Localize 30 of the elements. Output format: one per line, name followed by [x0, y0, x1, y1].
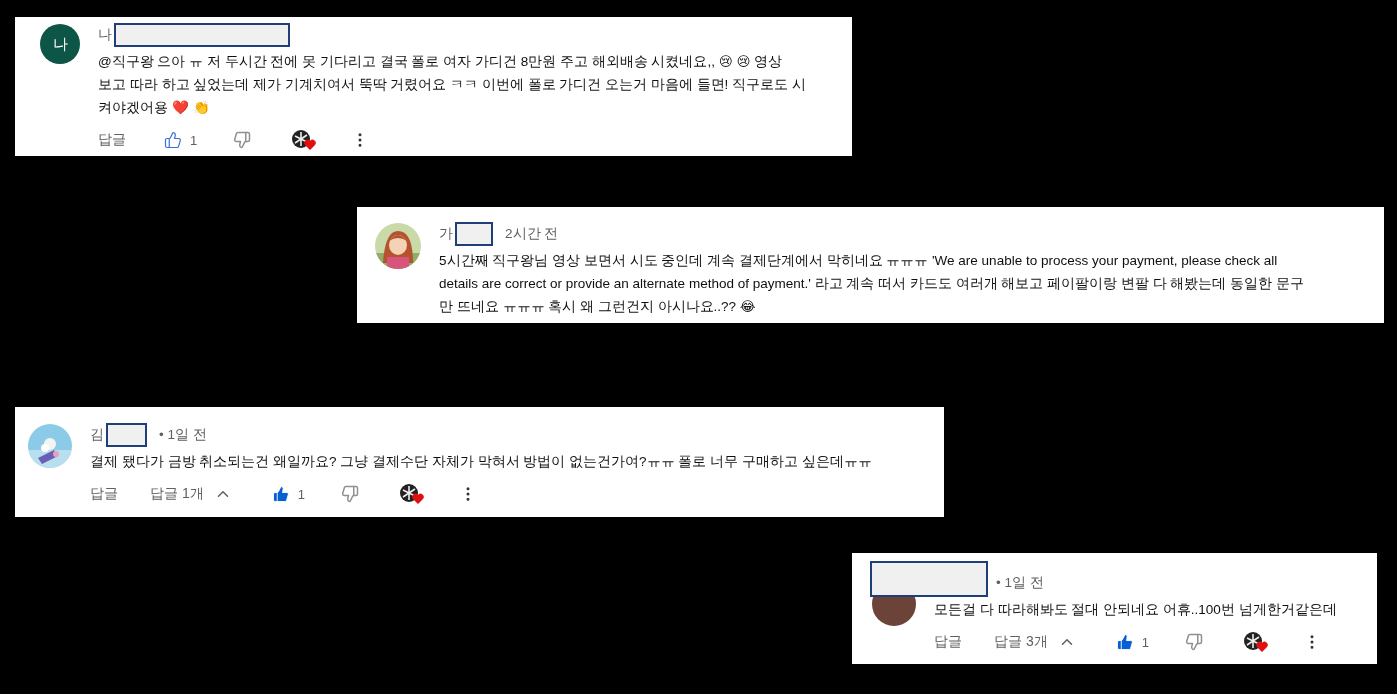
creator-heart-icon	[291, 129, 318, 151]
comment-text: 켜야겠어용 ❤ 👏	[98, 99, 211, 117]
comment-text: 만 뜨네요 ㅠㅠㅠ 혹시 왜 그런건지 아시나요..?? 😂	[439, 298, 757, 316]
creator-heart-icon	[1242, 631, 1269, 653]
replies-toggle[interactable]: 답글 3개	[994, 633, 1048, 651]
dislike-button[interactable]	[1184, 633, 1203, 651]
author-name: 나	[98, 26, 112, 44]
reply-button[interactable]: 답글	[90, 485, 118, 503]
comment-text: 5시간째 직구왕님 영상 보면서 시도 중인데 계속 결제단계에서 막히네요 ㅠㅠㅠ 'We are unable to process your payment, please check all	[439, 252, 1279, 270]
avatar: 나	[40, 24, 80, 64]
reply-button[interactable]: 답글	[934, 633, 962, 651]
replies-toggle[interactable]: 답글 1개	[150, 485, 204, 503]
comment-text: 보고 따라 하고 싶었는데 제가 기계치여서 뚝딱 거렸어요 ㅋㅋ 이번에 폴로 가디건 오는거 마음에 들면! 직구로도 시	[98, 76, 806, 94]
author-name: 가	[439, 225, 453, 243]
reply-button[interactable]: 답글	[98, 131, 126, 149]
like-count: 1	[1141, 634, 1149, 650]
comment-time: • 1일 전	[996, 574, 1044, 592]
dislike-button[interactable]	[233, 131, 252, 149]
comment-text: 모든걸 다 따라해봐도 절대 안되네요 어휴..100번 넘게한거같은데	[934, 601, 1337, 619]
comment-text: @직구왕 으아 ㅠ 저 두시간 전에 못 기다리고 결국 폴로 여자 가디건 8만원 주고 해외배송 시켰네요,, 😢 😢 영상	[98, 53, 784, 71]
like-count: 1	[297, 486, 305, 502]
comment-time: 2시간 전	[505, 225, 559, 243]
dislike-button[interactable]	[340, 485, 359, 503]
comment-text: 결제 됐다가 금방 취소되는건 왜일까요? 그냥 결제수단 자체가 막혀서 방법이 없는건가여?ㅠㅠ 폴로 너무 구매하고 싶은데ㅠㅠ	[90, 453, 872, 471]
comment-time: • 1일 전	[159, 426, 207, 444]
like-count: 1	[190, 132, 198, 148]
author-name: 김	[90, 426, 104, 444]
like-button[interactable]	[164, 131, 182, 149]
creator-heart-icon	[398, 483, 425, 505]
comment-text: details are correct or provide an alternate method of payment.' 라고 계속 떠서 카드도 여러개 해보고 페이팔이랑 변팔 다 해봤는데 동일한 문구	[439, 275, 1304, 293]
